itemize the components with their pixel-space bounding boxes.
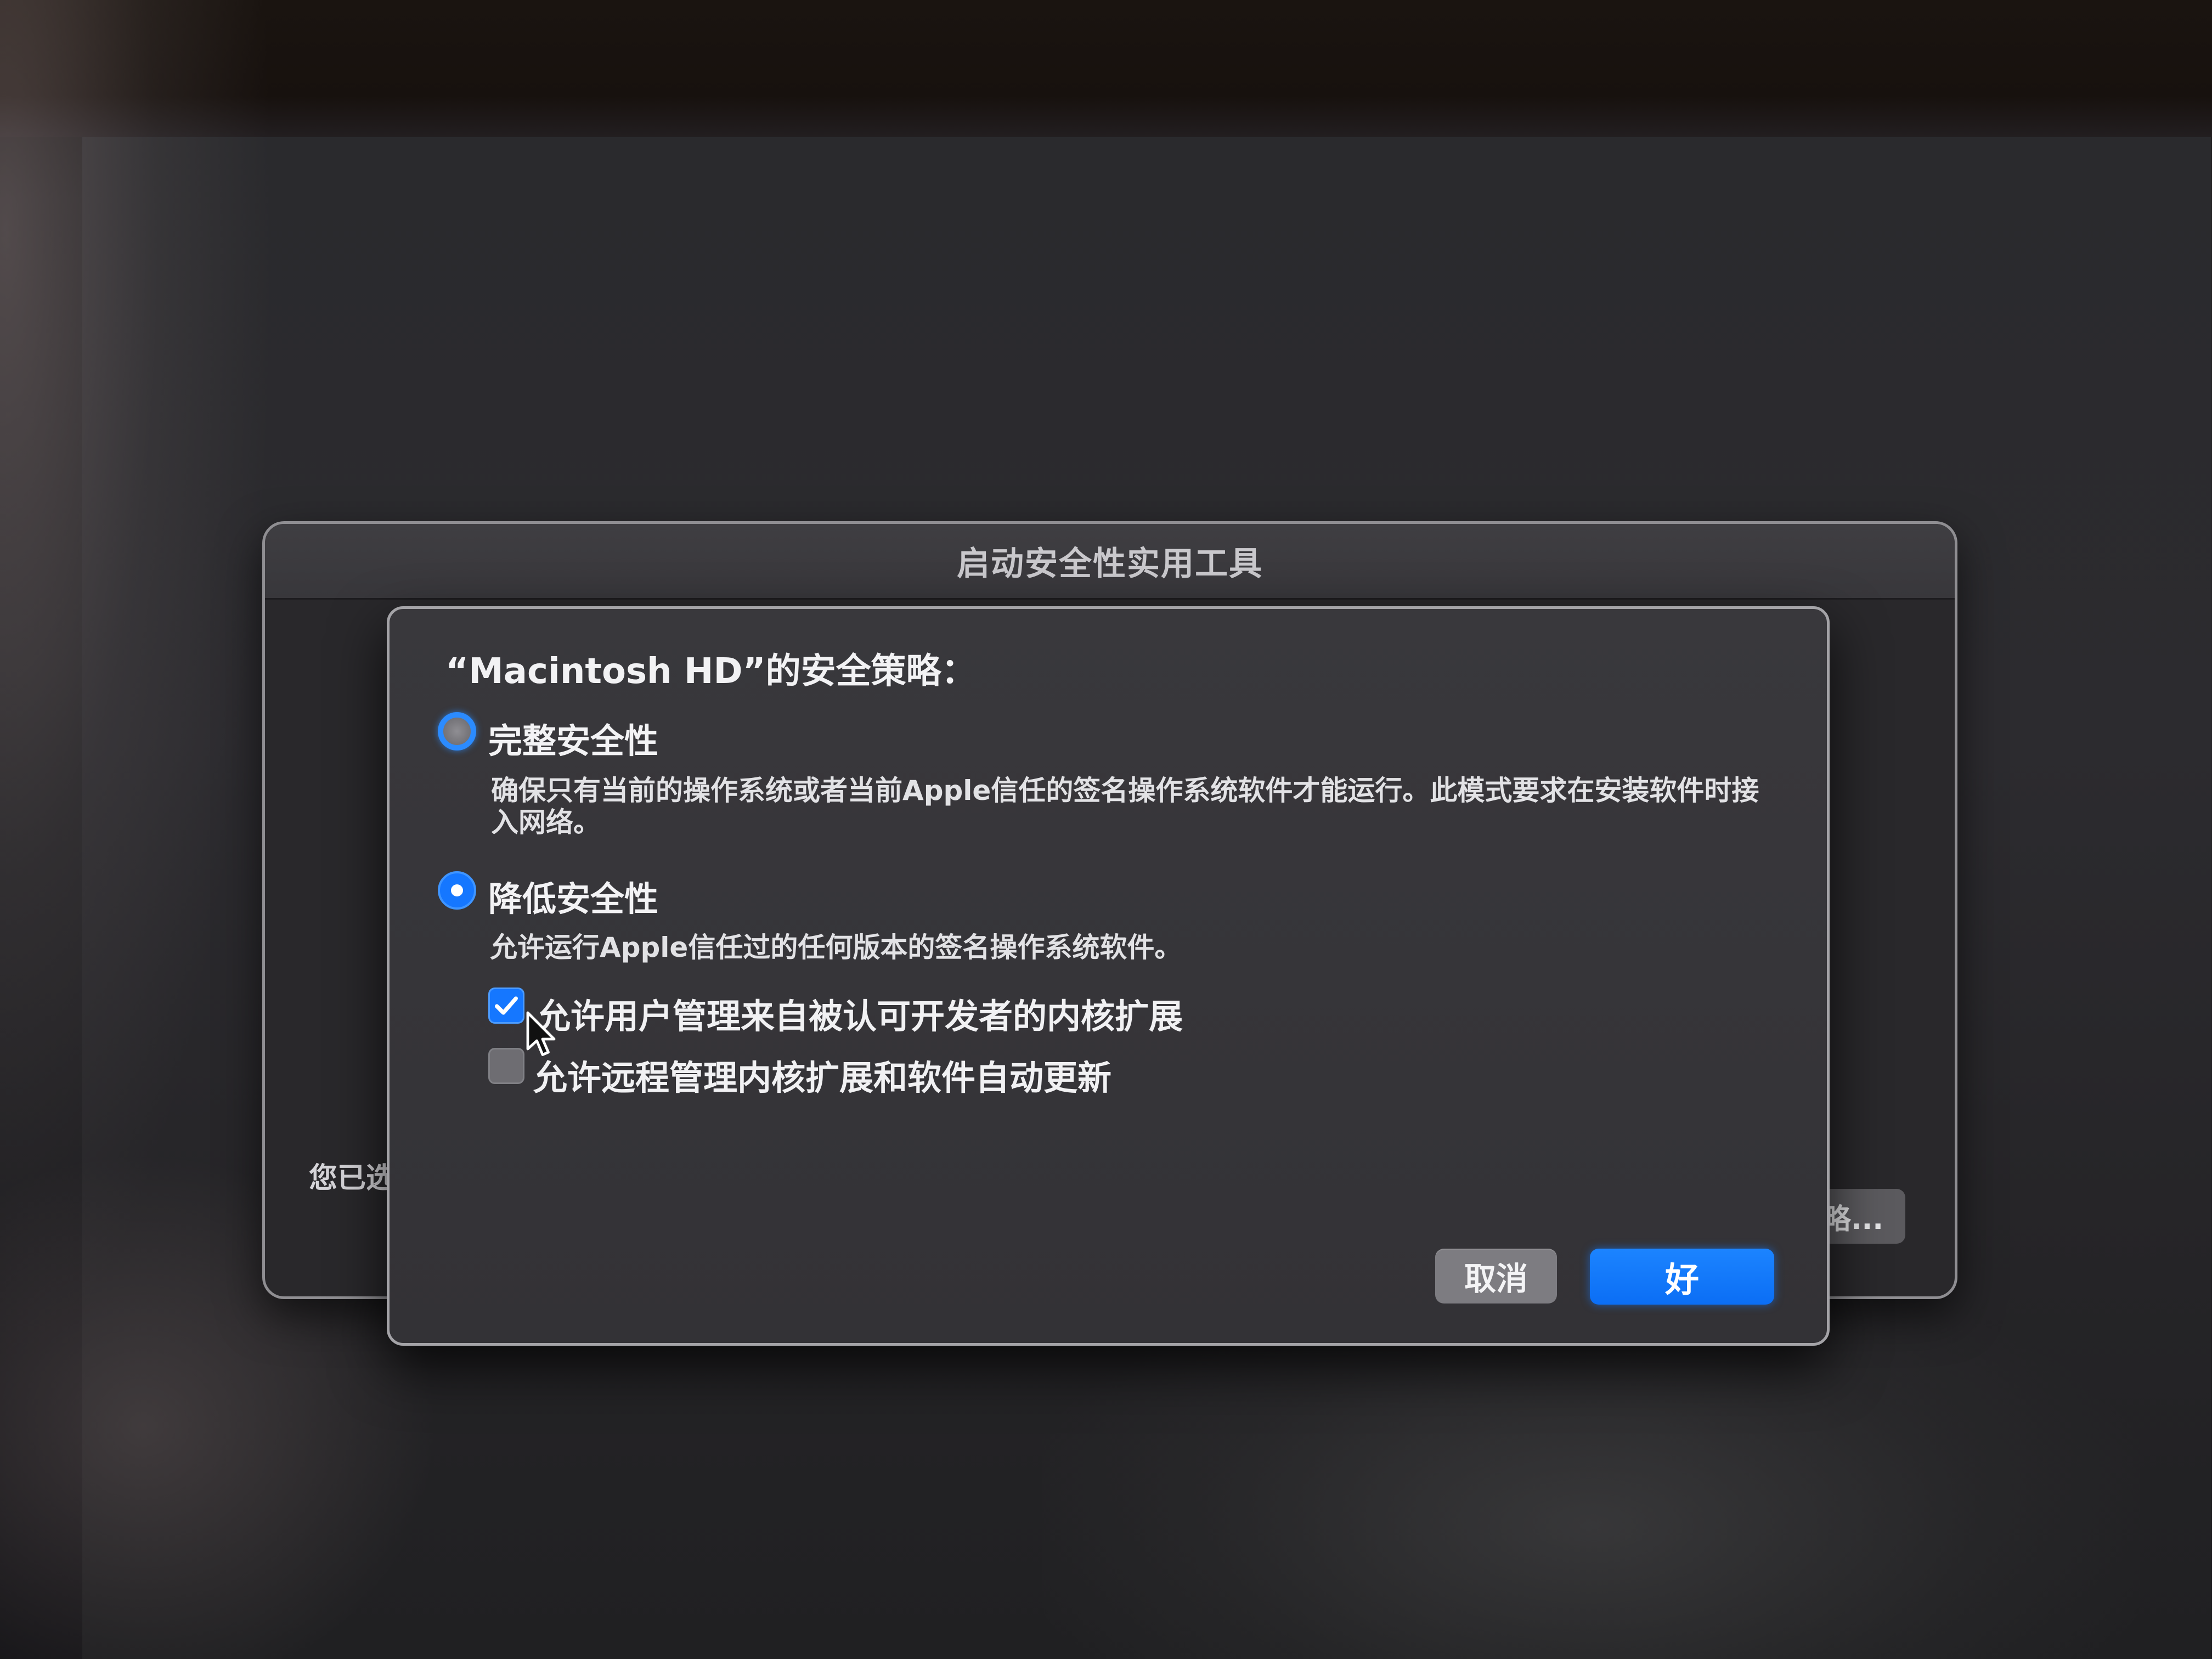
full-security-label[interactable]: 完整安全性 <box>488 713 658 763</box>
reduced-security-description: 允许运行Apple信任过的任何版本的签名操作系统软件。 <box>490 932 1182 963</box>
allow-kext-checkbox[interactable] <box>488 988 524 1024</box>
window-titlebar: 启动安全性实用工具 <box>265 524 1955 600</box>
window-title: 启动安全性实用工具 <box>957 545 1263 583</box>
photo-scene: 启动安全性实用工具 您已选 略... “Macintosh HD”的安全策略： … <box>0 0 2212 1659</box>
allow-remote-management-checkbox[interactable] <box>488 1048 524 1084</box>
security-policy-sheet: “Macintosh HD”的安全策略： 完整安全性 确保只有当前的操作系统或者… <box>387 606 1830 1346</box>
reduced-security-label[interactable]: 降低安全性 <box>488 871 658 921</box>
arrow-cursor-icon <box>526 1011 556 1056</box>
security-status-text: 您已选 <box>309 1162 395 1195</box>
cancel-button[interactable]: 取消 <box>1435 1249 1557 1304</box>
full-security-description: 确保只有当前的操作系统或者当前Apple信任的签名操作系统软件才能运行。此模式要… <box>491 775 1759 838</box>
radio-selected-dot <box>451 884 463 896</box>
reduced-security-radio[interactable] <box>438 871 476 910</box>
checkmark-icon <box>494 996 518 1015</box>
monitor-bezel <box>0 0 2212 137</box>
allow-kext-label[interactable]: 允许用户管理来自被认可开发者的内核扩展 <box>537 989 1183 1038</box>
ok-button[interactable]: 好 <box>1590 1249 1774 1305</box>
allow-remote-management-label[interactable]: 允许远程管理内核扩展和软件自动更新 <box>533 1050 1111 1099</box>
policy-title: “Macintosh HD”的安全策略： <box>445 651 977 692</box>
full-security-radio[interactable] <box>438 712 476 751</box>
